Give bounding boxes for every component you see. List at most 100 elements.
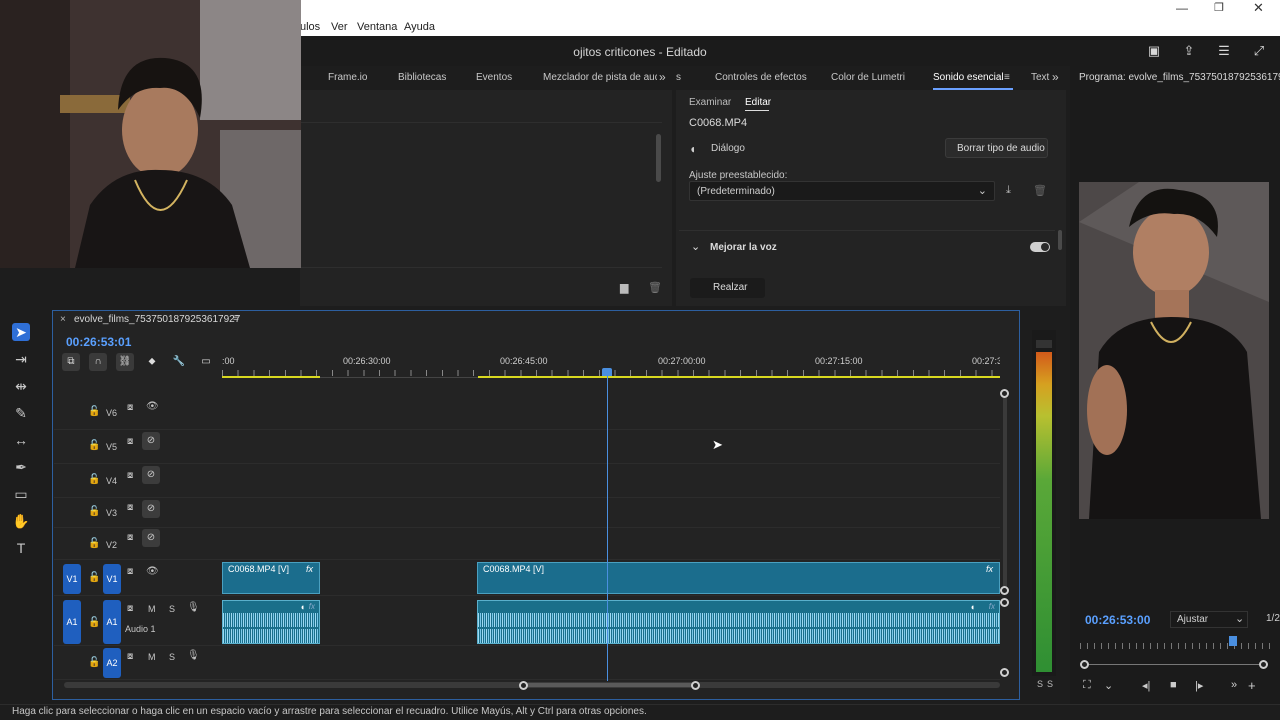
menu-item-help[interactable]: Ayuda: [404, 21, 435, 33]
program-zoom-end-handle[interactable]: [1259, 660, 1268, 669]
meter-solo-right[interactable]: S: [1047, 679, 1053, 689]
type-tool-icon[interactable]: T: [12, 539, 30, 557]
source-patch-v1[interactable]: V1: [63, 564, 81, 594]
minimize-icon[interactable]: —: [1176, 1, 1188, 15]
tab-lumetri-color[interactable]: Color de Lumetri: [831, 72, 905, 83]
tab-effect-controls[interactable]: Controles de efectos: [715, 72, 807, 83]
sync-icon[interactable]: ⧇: [127, 402, 133, 413]
lock-icon[interactable]: 🔓: [88, 572, 100, 583]
restore-icon[interactable]: ❐: [1214, 1, 1224, 14]
fit-dropdown[interactable]: Ajustar ⌄: [1170, 611, 1248, 628]
scroll-handle[interactable]: [1000, 586, 1009, 595]
pen-tool-icon[interactable]: ✒: [12, 458, 30, 476]
audio-clip-left[interactable]: ◖ fx: [222, 600, 320, 644]
fullscreen-icon[interactable]: ⤢: [1252, 44, 1266, 58]
lock-icon[interactable]: 🔓: [88, 406, 100, 417]
lock-icon[interactable]: 🔓: [88, 474, 100, 485]
eye-hidden-icon[interactable]: ⊘: [142, 500, 160, 518]
ripple-edit-tool-icon[interactable]: ⇹: [12, 377, 30, 395]
solo-button[interactable]: S: [169, 652, 175, 662]
sync-icon[interactable]: ⧇: [127, 436, 133, 447]
microphone-icon[interactable]: 🎙: [187, 650, 200, 661]
zoom-end-handle[interactable]: [691, 681, 700, 690]
tab-eventos[interactable]: Eventos: [476, 72, 512, 83]
tab-audio-mixer[interactable]: Mezclador de pista de audio: [543, 72, 657, 83]
tab-essential-sound[interactable]: Sonido esencial: [933, 72, 1004, 83]
scroll-handle[interactable]: [1000, 598, 1009, 607]
menu-item-view[interactable]: Ver: [331, 21, 348, 33]
zoom-start-handle[interactable]: [519, 681, 528, 690]
safe-margins-icon[interactable]: ⛶: [1083, 679, 1091, 692]
program-playhead[interactable]: [1229, 636, 1237, 646]
track-target-v1[interactable]: V1: [103, 564, 121, 594]
selection-tool-icon[interactable]: ➤: [12, 323, 30, 341]
tab-frameio[interactable]: Frame.io: [328, 72, 367, 83]
linked-selection-icon[interactable]: ⛓: [116, 353, 134, 371]
step-forward-icon[interactable]: |▸: [1195, 679, 1203, 692]
nest-toggle-icon[interactable]: ⧉: [62, 353, 80, 371]
tabs-overflow-icon[interactable]: »: [659, 70, 666, 84]
section-chevron-icon[interactable]: ⌄: [691, 240, 700, 253]
track-target-a2[interactable]: A2: [103, 648, 121, 678]
sequence-tab[interactable]: evolve_films_7537501879253617927: [74, 314, 240, 325]
sync-icon[interactable]: ⧇: [127, 502, 133, 513]
close-icon[interactable]: ✕: [1253, 0, 1264, 16]
settings-chevron-icon[interactable]: ⌄: [1104, 679, 1113, 692]
scroll-handle[interactable]: [1000, 668, 1009, 677]
slip-tool-icon[interactable]: ↔: [12, 431, 30, 449]
hand-tool-icon[interactable]: ✋: [12, 512, 30, 530]
timeline-settings-icon[interactable]: 🔧: [170, 353, 188, 371]
video-clip-left[interactable]: C0068.MP4 [V] fx: [222, 562, 320, 594]
save-preset-icon[interactable]: ⤓: [1006, 184, 1011, 197]
workspaces-icon[interactable]: ☰: [1217, 44, 1231, 58]
step-back-icon[interactable]: ◂|: [1142, 679, 1150, 692]
eye-icon[interactable]: 👁: [146, 401, 159, 412]
eye-hidden-icon[interactable]: ⊘: [142, 432, 160, 450]
meter-solo-left[interactable]: S: [1037, 679, 1043, 689]
video-clip-right[interactable]: C0068.MP4 [V] fx: [477, 562, 1000, 594]
eye-icon[interactable]: 👁: [146, 566, 159, 577]
clear-audio-type-button[interactable]: Borrar tipo de audio: [945, 138, 1048, 158]
add-marker-icon[interactable]: ⬥: [143, 353, 161, 371]
eye-hidden-icon[interactable]: ⊘: [142, 466, 160, 484]
left-panel-scrollbar[interactable]: [656, 134, 661, 182]
scroll-handle[interactable]: [1000, 389, 1009, 398]
preset-dropdown[interactable]: (Predeterminado) ⌄: [689, 181, 995, 201]
sequence-menu-icon[interactable]: ≡: [233, 313, 239, 324]
folder-icon[interactable]: ▆: [620, 281, 628, 294]
enhance-button[interactable]: Realzar: [690, 278, 765, 298]
menu-item-sequence[interactable]: ulos: [300, 21, 320, 33]
tab-text[interactable]: Text: [1031, 72, 1049, 83]
snap-icon[interactable]: ∩: [89, 353, 107, 371]
tab-bibliotecas[interactable]: Bibliotecas: [398, 72, 446, 83]
mute-button[interactable]: M: [148, 604, 156, 614]
rectangle-tool-icon[interactable]: ▭: [12, 485, 30, 503]
timeline-zoom-range[interactable]: [524, 683, 696, 687]
timeline-timecode[interactable]: 00:26:53:01: [66, 335, 131, 349]
share-icon[interactable]: ⇪: [1182, 44, 1196, 58]
razor-tool-icon[interactable]: ✎: [12, 404, 30, 422]
menu-item-window[interactable]: Ventana: [357, 21, 397, 33]
solo-button[interactable]: S: [169, 604, 175, 614]
close-sequence-icon[interactable]: ×: [60, 314, 66, 325]
source-patch-a1[interactable]: A1: [63, 600, 81, 644]
enhance-speech-toggle[interactable]: [1030, 242, 1050, 252]
microphone-icon[interactable]: 🎙: [187, 602, 200, 613]
sync-icon[interactable]: ⧇: [127, 470, 133, 481]
captions-icon[interactable]: ▭: [197, 353, 215, 371]
track-target-a1[interactable]: A1: [103, 600, 121, 644]
sync-icon[interactable]: ⧇: [127, 603, 133, 614]
program-zoom-bar[interactable]: [1084, 664, 1264, 665]
sync-icon[interactable]: ⧇: [127, 532, 133, 543]
trash-icon[interactable]: 🗑: [648, 281, 662, 294]
mute-button[interactable]: M: [148, 652, 156, 662]
resolution-value[interactable]: 1/2: [1266, 613, 1280, 624]
tabs-overflow-right-icon[interactable]: »: [1052, 70, 1059, 84]
eye-hidden-icon[interactable]: ⊘: [142, 529, 160, 547]
audio-clip-right[interactable]: ◖ fx: [477, 600, 1000, 644]
track-select-tool-icon[interactable]: ⇥: [12, 350, 30, 368]
more-controls-icon[interactable]: »: [1231, 679, 1237, 691]
video-tracks-scrollbar[interactable]: [1003, 393, 1007, 589]
subtab-browse[interactable]: Examinar: [689, 97, 731, 108]
lock-icon[interactable]: 🔓: [88, 657, 100, 668]
